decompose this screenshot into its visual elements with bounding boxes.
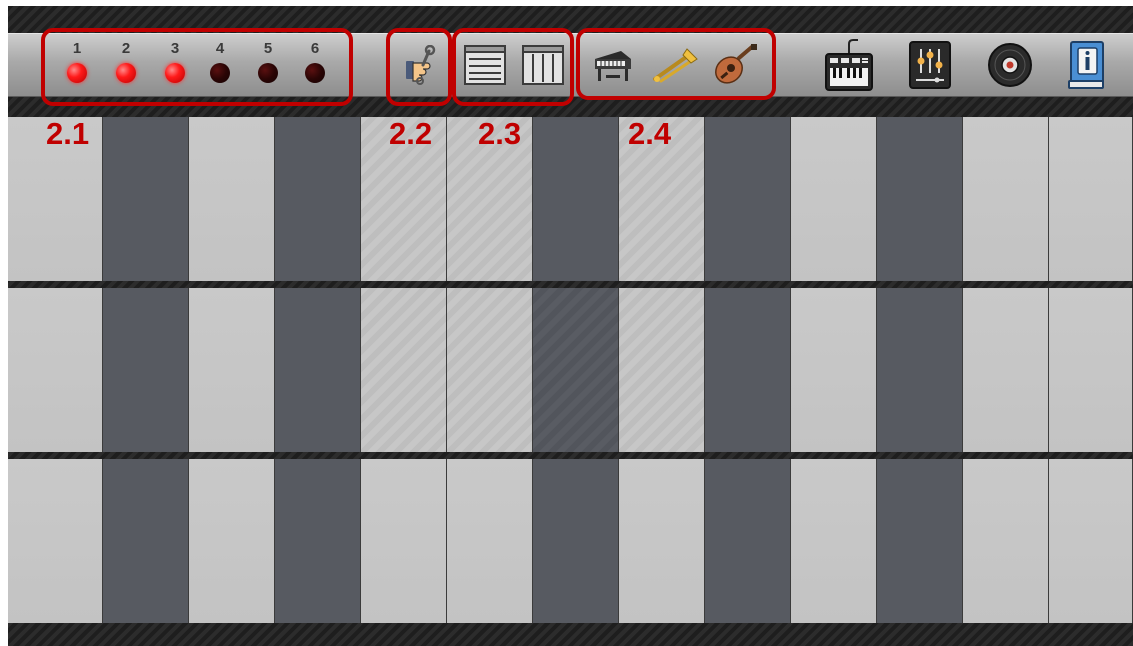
synth-keyboard-icon: [825, 39, 873, 91]
vinyl-record-icon: [988, 43, 1032, 87]
pad-cell[interactable]: [189, 117, 275, 281]
pad-cell[interactable]: [8, 288, 103, 452]
pad-cell[interactable]: [791, 117, 877, 281]
pad-cell[interactable]: [963, 459, 1049, 623]
info-book-icon: [1068, 41, 1104, 89]
pad-row-1: [8, 117, 1133, 281]
pad-cell[interactable]: [447, 459, 533, 623]
pad-cell[interactable]: [361, 459, 447, 623]
callout-box-settings: [386, 28, 452, 106]
callout-label-layout: 2.3: [478, 116, 522, 151]
pad-cell[interactable]: [877, 117, 963, 281]
callout-label-settings: 2.2: [389, 116, 433, 151]
pad-cell[interactable]: [705, 117, 791, 281]
record-button[interactable]: [984, 33, 1036, 97]
pad-cell[interactable]: [189, 288, 275, 452]
pad-cell[interactable]: [275, 117, 361, 281]
pad-row-2: [8, 288, 1133, 452]
info-button[interactable]: [1060, 33, 1112, 97]
pad-cell[interactable]: [791, 459, 877, 623]
synth-keyboard-button[interactable]: [818, 33, 880, 97]
pad-cell[interactable]: [877, 288, 963, 452]
callout-box-layout: [452, 28, 574, 106]
pad-cell[interactable]: [619, 288, 705, 452]
pad-cell[interactable]: [103, 117, 189, 281]
pad-cell[interactable]: [275, 288, 361, 452]
pad-cell[interactable]: [8, 459, 103, 623]
callout-label-instruments: 2.4: [628, 116, 672, 151]
pad-cell[interactable]: [189, 459, 275, 623]
pad-cell[interactable]: [705, 288, 791, 452]
pad-cell[interactable]: [275, 459, 361, 623]
pad-cell[interactable]: [447, 288, 533, 452]
pad-cell[interactable]: [619, 459, 705, 623]
pad-cell[interactable]: [1049, 117, 1133, 281]
pad-cell[interactable]: [533, 117, 619, 281]
callout-label-track-leds: 2.1: [46, 116, 90, 151]
callout-box-instruments: [576, 28, 776, 100]
pad-cell[interactable]: [103, 459, 189, 623]
mixer-button[interactable]: [904, 33, 956, 97]
mixer-sliders-icon: [909, 41, 951, 89]
pad-cell[interactable]: [533, 459, 619, 623]
pad-cell[interactable]: [963, 288, 1049, 452]
pad-cell[interactable]: [877, 459, 963, 623]
pad-cell[interactable]: [533, 288, 619, 452]
pad-cell[interactable]: [1049, 459, 1133, 623]
pad-cell[interactable]: [103, 288, 189, 452]
pad-cell[interactable]: [791, 288, 877, 452]
callout-box-track-leds: [41, 28, 353, 106]
pad-cell[interactable]: [1049, 288, 1133, 452]
pad-cell[interactable]: [361, 288, 447, 452]
pad-cell[interactable]: [705, 459, 791, 623]
pad-cell[interactable]: [963, 117, 1049, 281]
pad-row-3: [8, 459, 1133, 623]
